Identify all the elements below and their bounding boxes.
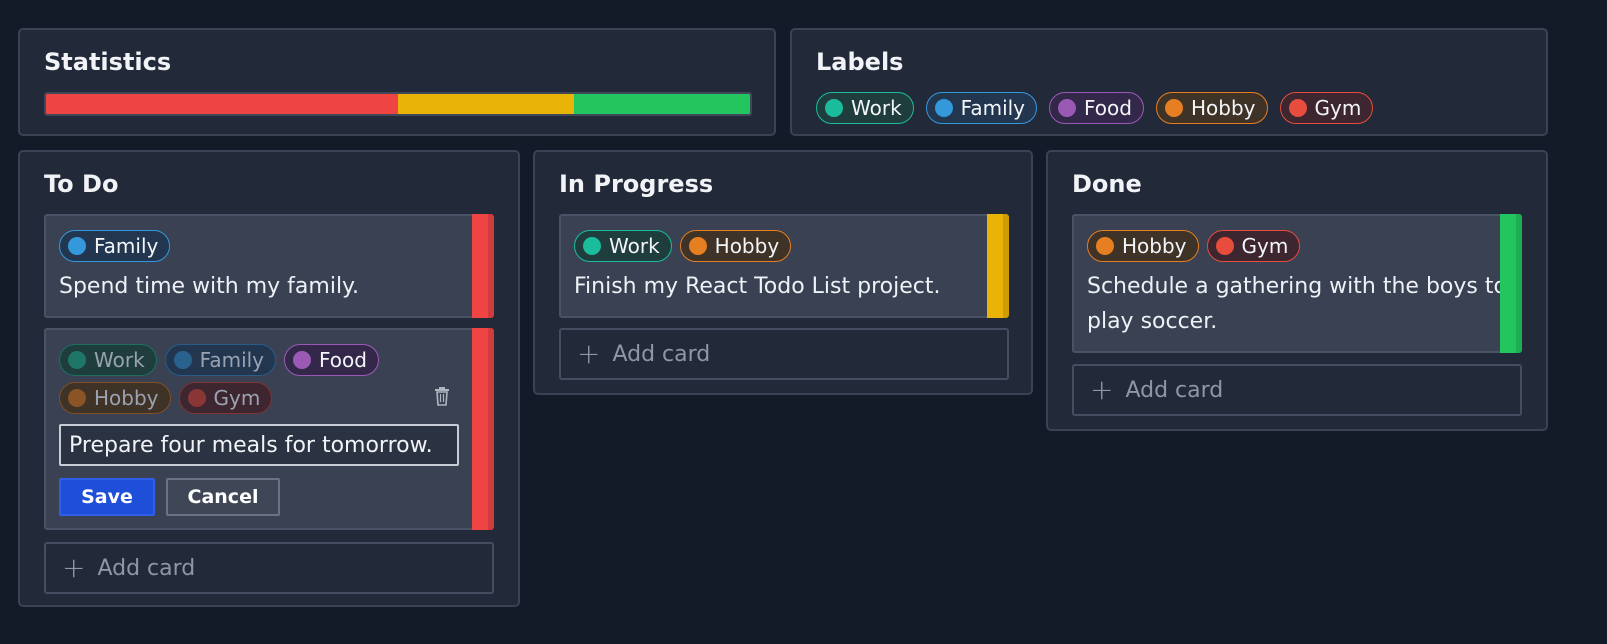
label-text: Work xyxy=(609,234,660,258)
label-family[interactable]: Family xyxy=(59,230,171,262)
labels-list: Work Family Food Hobby Gym xyxy=(816,92,1374,124)
add-card-button[interactable]: + Add card xyxy=(1072,364,1522,416)
label-dot-icon xyxy=(1288,99,1307,117)
column-todo: To Do Family Spend time with my family. … xyxy=(18,150,520,607)
cancel-button[interactable]: Cancel xyxy=(166,478,280,516)
label-work[interactable]: Work xyxy=(574,230,672,262)
label-text: Work xyxy=(94,348,145,372)
column-done: Done Hobby Gym Schedule a gathering with … xyxy=(1046,150,1548,431)
label-hobby[interactable]: Hobby xyxy=(1155,92,1268,124)
stat-segment-todo xyxy=(46,94,398,114)
task-card[interactable]: Work Hobby Finish my React Todo List proj… xyxy=(559,214,1009,318)
label-dot-icon xyxy=(934,99,953,117)
labels-title: Labels xyxy=(816,48,904,76)
card-text: Finish my React Todo List project. xyxy=(574,274,941,299)
card-text: Schedule a gathering with the boys to pl… xyxy=(1087,269,1507,339)
plus-icon: + xyxy=(1090,373,1114,406)
label-dot-icon xyxy=(1096,237,1114,255)
label-text: Gym xyxy=(213,386,261,410)
task-card-editing: Work Family Food Hobby Gym Save Cancel xyxy=(44,328,494,530)
label-text: Hobby xyxy=(1190,96,1256,120)
label-dot-icon xyxy=(1058,99,1077,117)
label-family[interactable]: Family xyxy=(925,92,1038,124)
label-text: Gym xyxy=(1241,234,1289,258)
status-stripe xyxy=(987,214,1009,318)
statistics-panel: Statistics xyxy=(18,28,776,136)
label-hobby[interactable]: Hobby xyxy=(1087,230,1199,262)
statistics-title: Statistics xyxy=(44,48,172,76)
label-text: Gym xyxy=(1314,96,1362,120)
stat-segment-in-progress xyxy=(398,94,574,114)
label-dot-icon xyxy=(688,237,707,255)
label-hobby[interactable]: Hobby xyxy=(679,230,792,262)
label-work[interactable]: Work xyxy=(816,92,914,124)
card-text-input[interactable] xyxy=(59,424,459,466)
card-text-line: play soccer. xyxy=(1087,309,1218,334)
label-dot-icon xyxy=(68,237,86,255)
column-title: Done xyxy=(1072,170,1142,198)
plus-icon: + xyxy=(577,337,601,370)
label-dot-icon xyxy=(68,389,86,407)
label-picker-row-2: Hobby Gym xyxy=(59,382,273,414)
label-picker-row-1: Work Family Food xyxy=(59,344,379,376)
card-labels: Hobby Gym xyxy=(1087,230,1301,262)
save-button[interactable]: Save xyxy=(59,478,155,516)
label-text: Hobby xyxy=(94,386,159,410)
label-text: Family xyxy=(199,348,265,372)
add-card-label: Add card xyxy=(97,555,196,581)
label-text: Hobby xyxy=(714,234,780,258)
label-hobby[interactable]: Hobby xyxy=(59,382,171,414)
card-text-line: Schedule a gathering with the boys to xyxy=(1087,274,1507,299)
label-text: Hobby xyxy=(1122,234,1187,258)
label-text: Food xyxy=(319,348,367,372)
card-labels: Work Hobby xyxy=(574,230,792,262)
label-gym[interactable]: Gym xyxy=(1279,92,1374,124)
task-card[interactable]: Family Spend time with my family. xyxy=(44,214,494,318)
column-title: In Progress xyxy=(559,170,714,198)
label-gym[interactable]: Gym xyxy=(178,382,273,414)
label-text: Family xyxy=(960,96,1026,120)
label-text: Work xyxy=(851,96,902,120)
plus-icon: + xyxy=(62,551,86,584)
label-dot-icon xyxy=(1215,237,1234,255)
label-family[interactable]: Family xyxy=(164,344,277,376)
task-card[interactable]: Hobby Gym Schedule a gathering with the b… xyxy=(1072,214,1522,353)
label-dot-icon xyxy=(825,99,843,117)
label-dot-icon xyxy=(68,351,86,369)
column-title: To Do xyxy=(44,170,119,198)
column-in-progress: In Progress Work Hobby Finish my React To… xyxy=(533,150,1033,395)
label-work[interactable]: Work xyxy=(59,344,157,376)
label-dot-icon xyxy=(583,237,601,255)
label-dot-icon xyxy=(293,351,312,369)
labels-panel: Labels Work Family Food Hobby Gym xyxy=(790,28,1548,136)
label-food[interactable]: Food xyxy=(1049,92,1144,124)
status-stripe xyxy=(1500,214,1522,353)
card-labels: Family xyxy=(59,230,171,262)
trash-icon[interactable] xyxy=(434,386,450,406)
add-card-button[interactable]: + Add card xyxy=(44,542,494,594)
label-gym[interactable]: Gym xyxy=(1206,230,1301,262)
add-card-label: Add card xyxy=(612,341,711,367)
label-dot-icon xyxy=(187,389,206,407)
label-text: Food xyxy=(1084,96,1132,120)
stat-segment-done xyxy=(574,94,750,114)
statistics-progress-bar xyxy=(44,92,752,116)
card-text: Spend time with my family. xyxy=(59,274,359,299)
label-text: Family xyxy=(94,234,159,258)
label-dot-icon xyxy=(1164,99,1183,117)
status-stripe xyxy=(472,328,494,530)
label-food[interactable]: Food xyxy=(284,344,379,376)
add-card-label: Add card xyxy=(1125,377,1224,403)
status-stripe xyxy=(472,214,494,318)
add-card-button[interactable]: + Add card xyxy=(559,328,1009,380)
label-dot-icon xyxy=(173,351,192,369)
